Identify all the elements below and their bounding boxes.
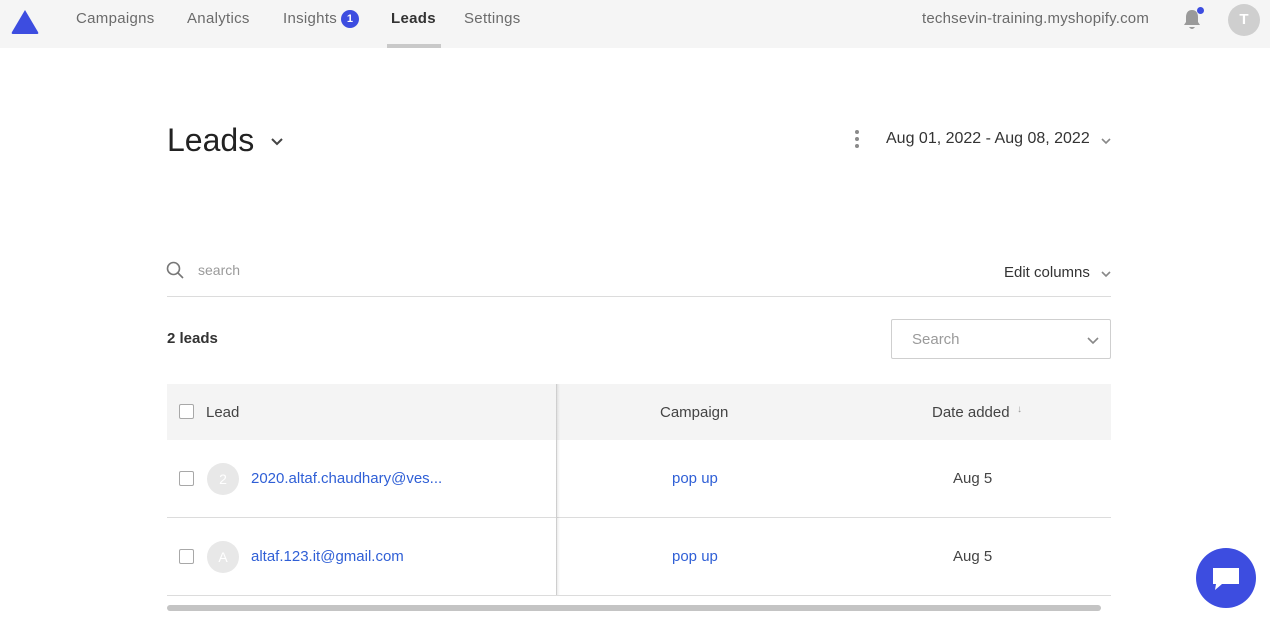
nav-campaigns[interactable]: Campaigns <box>76 0 155 48</box>
nav-leads[interactable]: Leads <box>387 0 441 48</box>
select-all-checkbox[interactable] <box>179 404 194 419</box>
nav-settings[interactable]: Settings <box>464 0 521 48</box>
top-nav: Campaigns Analytics Insights 1 Leads Sett… <box>0 0 1270 48</box>
chevron-down-icon[interactable] <box>1100 135 1112 147</box>
lead-email-link[interactable]: 2020.altaf.chaudhary@ves... <box>251 470 442 487</box>
table-header: Lead Campaign Date added ↓ <box>167 384 1111 440</box>
column-header-lead[interactable]: Lead <box>206 404 239 421</box>
row-checkbox[interactable] <box>179 471 194 486</box>
search-input[interactable] <box>198 258 378 282</box>
chevron-down-icon[interactable] <box>270 135 284 149</box>
notification-dot <box>1197 7 1204 14</box>
store-name[interactable]: techsevin-training.myshopify.com <box>922 0 1149 38</box>
sticky-column-shadow <box>556 384 560 595</box>
leads-table: Lead Campaign Date added ↓ 2 2020.altaf.… <box>167 384 1111 596</box>
chat-bubble-icon <box>1213 568 1239 590</box>
column-header-campaign[interactable]: Campaign <box>660 404 728 421</box>
table-row[interactable]: A altaf.123.it@gmail.com pop up Aug 5 <box>167 518 1111 596</box>
chevron-down-icon[interactable] <box>1100 268 1112 280</box>
search-icon <box>166 261 184 279</box>
campaign-link[interactable]: pop up <box>672 470 718 487</box>
date-range-picker[interactable]: Aug 01, 2022 - Aug 08, 2022 <box>886 130 1090 148</box>
sort-down-icon[interactable]: ↓ <box>1017 404 1022 415</box>
column-header-date-added[interactable]: Date added <box>932 404 1010 421</box>
user-avatar[interactable]: T <box>1228 4 1260 36</box>
lead-email-link[interactable]: altaf.123.it@gmail.com <box>251 548 404 565</box>
lead-count: 2 leads <box>167 330 218 347</box>
nav-insights-label: Insights <box>283 10 338 27</box>
nav-analytics[interactable]: Analytics <box>187 0 250 48</box>
nav-insights[interactable]: Insights 1 <box>283 0 360 48</box>
lead-avatar: 2 <box>207 463 239 495</box>
row-checkbox[interactable] <box>179 549 194 564</box>
campaign-filter-placeholder: Search <box>912 331 960 348</box>
campaign-link[interactable]: pop up <box>672 548 718 565</box>
horizontal-scrollbar[interactable] <box>167 605 1101 611</box>
divider <box>167 296 1111 297</box>
kebab-menu-icon[interactable] <box>852 130 862 152</box>
insights-count-badge: 1 <box>341 10 360 28</box>
triangle-logo-icon[interactable] <box>10 9 40 35</box>
campaign-filter-select[interactable]: Search <box>891 319 1111 359</box>
date-added: Aug 5 <box>953 548 993 565</box>
chevron-down-icon <box>1087 337 1099 345</box>
page-title: Leads <box>167 122 255 158</box>
chat-launcher-button[interactable] <box>1196 548 1256 608</box>
lead-avatar: A <box>207 541 239 573</box>
date-added: Aug 5 <box>953 470 993 487</box>
edit-columns-button[interactable]: Edit columns <box>1004 264 1090 281</box>
table-row[interactable]: 2 2020.altaf.chaudhary@ves... pop up Aug… <box>167 440 1111 518</box>
